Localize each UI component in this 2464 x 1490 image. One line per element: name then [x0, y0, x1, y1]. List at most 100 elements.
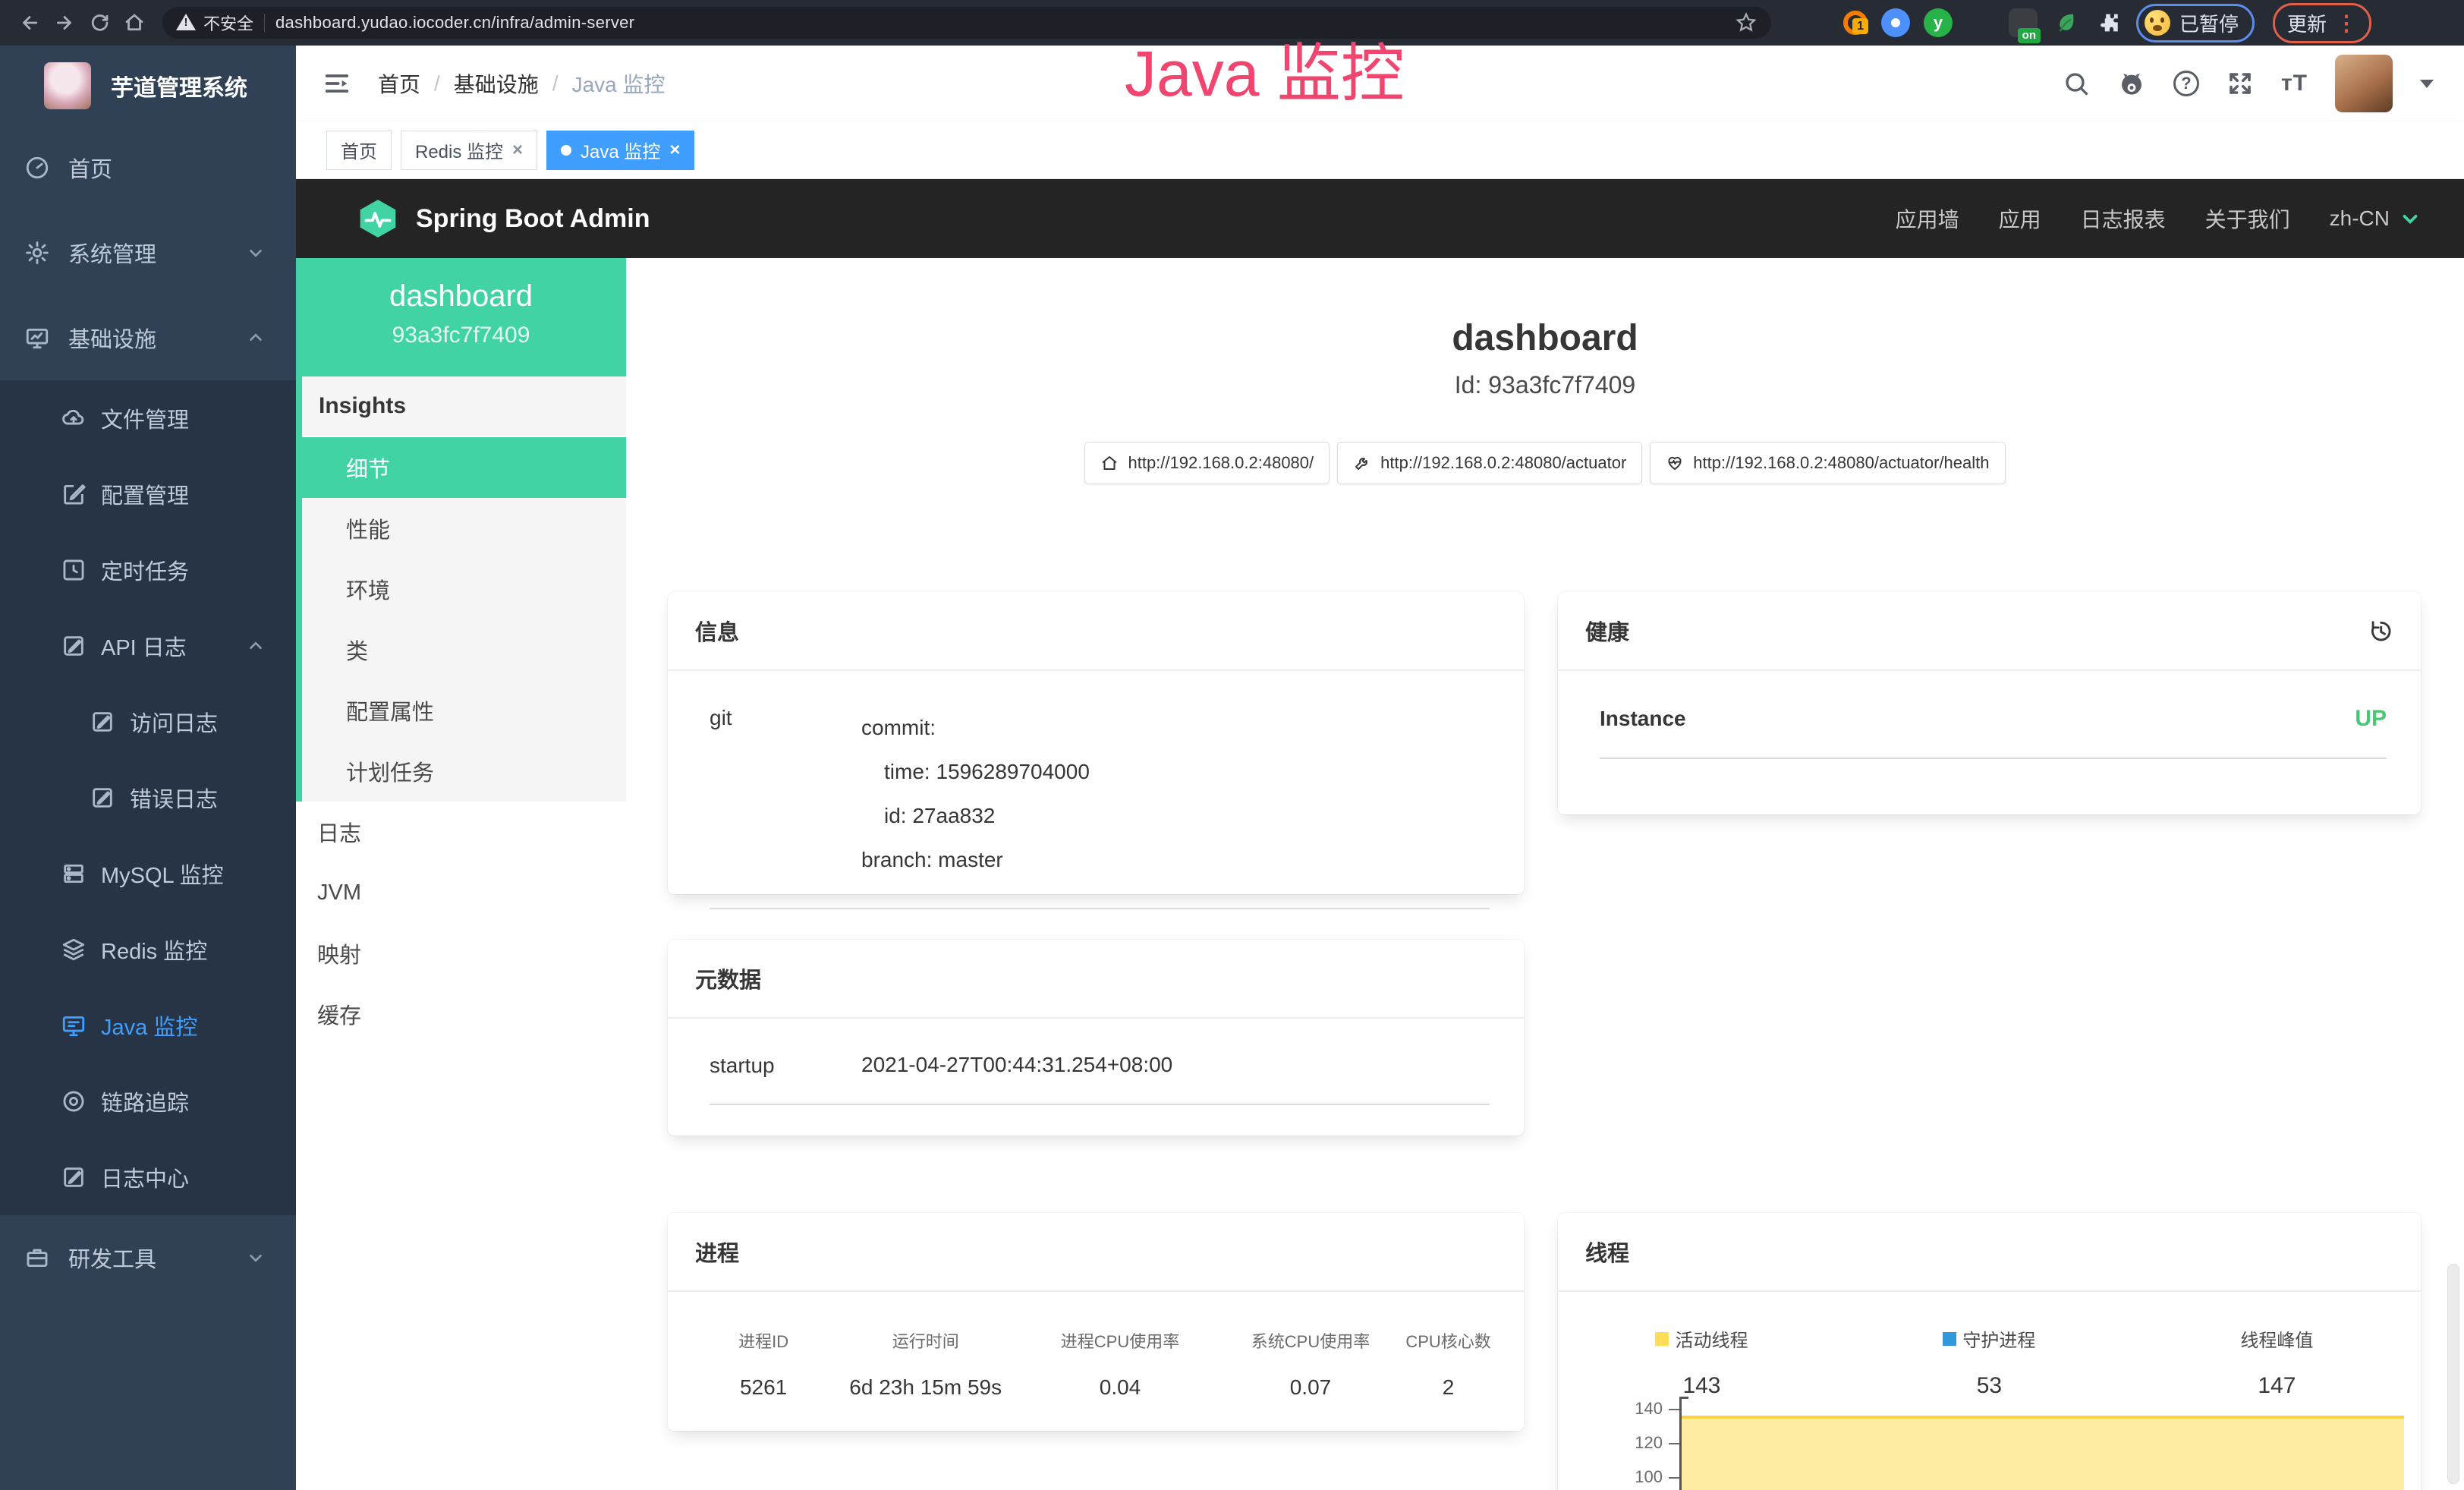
sidebar-item-scheduled-jobs[interactable]: 定时任务: [0, 532, 296, 608]
sidebar-item-tracing[interactable]: 链路追踪: [0, 1063, 296, 1139]
status-badge: UP: [2355, 706, 2387, 732]
hamburger-icon[interactable]: [322, 68, 352, 99]
sidebar-item-home[interactable]: 首页: [0, 125, 296, 210]
app-logo[interactable]: 芋道管理系统: [0, 46, 296, 125]
sidebar-item-error-logs[interactable]: 错误日志: [0, 760, 296, 836]
tab-redis-monitor[interactable]: Redis 监控 ×: [401, 131, 537, 170]
bookmark-star-icon[interactable]: [1735, 11, 1758, 34]
font-size-icon[interactable]: тT: [2281, 71, 2308, 96]
sidebar-item-system[interactable]: 系统管理: [0, 210, 296, 295]
tag-tabs-bar: 首页 Redis 监控 × Java 监控 ×: [296, 121, 2464, 179]
health-card-header: 健康: [1558, 592, 2421, 671]
sidebar-item-dev-tools[interactable]: 研发工具: [0, 1215, 296, 1300]
sidebar-item-file-management[interactable]: 文件管理: [0, 380, 296, 456]
endpoint-buttons: http://192.168.0.2:48080/ http://192.168…: [626, 442, 2464, 484]
page-title: dashboard: [626, 317, 2464, 359]
breadcrumb-home[interactable]: 首页: [378, 68, 420, 99]
fullscreen-icon[interactable]: [2226, 70, 2254, 97]
breadcrumb-infrastructure[interactable]: 基础设施: [454, 68, 539, 99]
chevron-up-icon: [246, 328, 266, 348]
tab-java-monitor[interactable]: Java 监控 ×: [546, 131, 694, 170]
extensions-puzzle-icon[interactable]: [2094, 8, 2123, 37]
user-avatar[interactable]: [2335, 55, 2393, 112]
extension-switch-icon[interactable]: on: [2009, 8, 2038, 37]
sba-link-journal[interactable]: 日志报表: [2081, 203, 2166, 234]
edit-log-icon: [61, 633, 87, 659]
sidebar-item-access-logs[interactable]: 访问日志: [0, 684, 296, 760]
sba-link-about[interactable]: 关于我们: [2205, 203, 2290, 234]
edit-log-icon: [61, 1164, 87, 1190]
menu-item-mappings[interactable]: 映射: [296, 923, 626, 984]
wrench-icon: [1353, 454, 1371, 472]
scrollbar-thumb[interactable]: [2447, 1264, 2459, 1484]
instance-sidebar: dashboard 93a3fc7f7409 Insights 细节 性能 环境…: [296, 258, 626, 1490]
search-icon[interactable]: [2063, 70, 2090, 97]
health-card: 健康 Instance UP: [1558, 592, 2421, 814]
menu-item-logs[interactable]: 日志: [296, 802, 626, 862]
sidebar-item-mysql-monitor[interactable]: MySQL 监控: [0, 836, 296, 912]
menu-item-scheduled-tasks[interactable]: 计划任务: [302, 741, 626, 802]
sidebar-item-java-monitor[interactable]: Java 监控: [0, 988, 296, 1063]
chip-separator: [264, 14, 265, 32]
legend-yellow-swatch: [1655, 1332, 1669, 1346]
endpoint-health-button[interactable]: http://192.168.0.2:48080/actuator/health: [1650, 442, 2005, 484]
not-secure-label[interactable]: 不安全: [203, 11, 253, 35]
extension-pin-icon[interactable]: [1881, 8, 1910, 37]
endpoint-home-button[interactable]: http://192.168.0.2:48080/: [1084, 442, 1330, 484]
sidebar-item-infrastructure[interactable]: 基础设施: [0, 295, 296, 380]
threads-card-header: 线程: [1558, 1213, 2421, 1292]
menu-item-caches[interactable]: 缓存: [296, 984, 626, 1044]
github-icon[interactable]: [2117, 69, 2146, 98]
help-icon[interactable]: ?: [2173, 71, 2199, 96]
app-sidebar: 芋道管理系统 首页 系统管理 基础设施 文件管理 配置管理: [0, 46, 296, 1490]
extension-orange-icon[interactable]: 1: [1843, 11, 1868, 35]
close-icon[interactable]: ×: [512, 141, 523, 159]
sidebar-item-api-logs[interactable]: API 日志: [0, 608, 296, 684]
sba-brand[interactable]: Spring Boot Admin: [357, 197, 650, 240]
chevron-up-icon: [246, 636, 266, 656]
extension-grid-icon[interactable]: [1966, 8, 1995, 37]
history-icon[interactable]: [2368, 618, 2393, 644]
address-bar[interactable]: ! 不安全 dashboard.yudao.iocoder.cn/infra/a…: [162, 7, 1771, 39]
browser-home-icon[interactable]: [117, 5, 152, 40]
menu-item-classes[interactable]: 类: [302, 619, 626, 680]
infrastructure-submenu: 文件管理 配置管理 定时任务 API 日志 访问日志 错误日志: [0, 380, 296, 1215]
endpoint-actuator-button[interactable]: http://192.168.0.2:48080/actuator: [1337, 442, 1642, 484]
tab-home[interactable]: 首页: [326, 131, 392, 170]
instance-name: dashboard: [296, 279, 626, 313]
monitor-icon: [24, 325, 50, 351]
sba-links: 应用墙 应用 日志报表 关于我们 zh-CN: [1896, 203, 2422, 234]
eye-icon: [61, 1088, 87, 1114]
extension-v-icon[interactable]: y: [1924, 8, 1953, 37]
close-icon[interactable]: ×: [669, 141, 680, 159]
menu-item-config-props[interactable]: 配置属性: [302, 680, 626, 741]
sidebar-item-redis-monitor[interactable]: Redis 监控: [0, 912, 296, 988]
extension-leaf-icon[interactable]: [2051, 8, 2080, 37]
caret-down-icon[interactable]: [2420, 80, 2434, 88]
sba-link-applications[interactable]: 应用: [1999, 203, 2041, 234]
forward-icon[interactable]: [47, 5, 82, 40]
info-git-row: git commit: time: 1596289704000 id: 27aa…: [710, 671, 1490, 909]
reload-icon[interactable]: [82, 5, 117, 40]
chrome-update-button[interactable]: 更新 ⋮: [2273, 3, 2371, 43]
menu-item-jvm[interactable]: JVM: [296, 862, 626, 923]
sba-logo-icon: [357, 197, 399, 240]
navbar-actions: ? тT: [2063, 55, 2434, 112]
home-icon: [1100, 454, 1119, 472]
browser-menu-icon[interactable]: ⋮: [2336, 11, 2357, 36]
menu-item-environment[interactable]: 环境: [302, 559, 626, 619]
process-table: 进程ID5261 运行时间6d 23h 15m 59s 进程CPU使用率0.04…: [668, 1292, 1524, 1400]
menu-item-details[interactable]: 细节: [302, 437, 626, 498]
back-icon[interactable]: [12, 5, 47, 40]
sba-language-select[interactable]: zh-CN: [2330, 206, 2422, 231]
profile-paused-pill[interactable]: 已暂停: [2136, 4, 2255, 43]
sba-link-wallboard[interactable]: 应用墙: [1896, 203, 1959, 234]
sidebar-item-log-center[interactable]: 日志中心: [0, 1139, 296, 1215]
url-text[interactable]: dashboard.yudao.iocoder.cn/infra/admin-s…: [275, 13, 634, 33]
history-clock-icon: [61, 557, 87, 583]
menu-item-metrics[interactable]: 性能: [302, 498, 626, 559]
threads-area-series: [1682, 1416, 2404, 1490]
chevron-down-icon: [2399, 207, 2422, 230]
sidebar-item-config-management[interactable]: 配置管理: [0, 456, 296, 532]
edit-square-icon: [61, 481, 87, 507]
